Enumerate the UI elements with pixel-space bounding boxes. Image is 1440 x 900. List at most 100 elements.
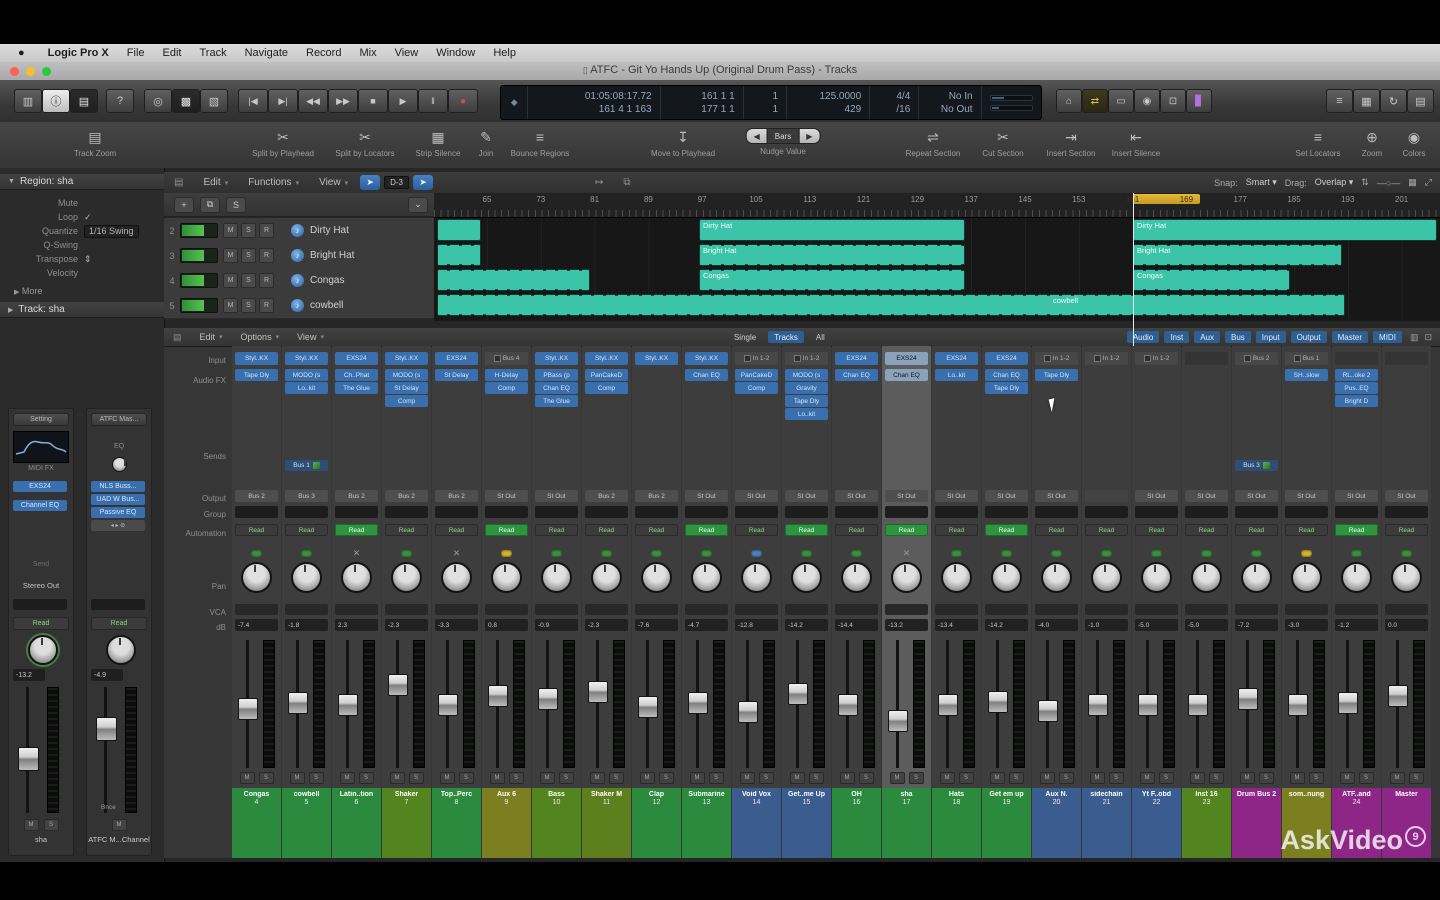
channel-name-area[interactable]: Aux 69 [482, 788, 531, 858]
fader-area[interactable] [1182, 638, 1231, 770]
input-format-icon[interactable] [1401, 546, 1412, 560]
record-button[interactable]: ● [448, 89, 478, 113]
inspector-toggle-button[interactable]: ⓘ [42, 89, 70, 113]
solo-button[interactable]: S [709, 772, 724, 784]
pointer-tool-button[interactable]: ➤ [360, 175, 380, 190]
input-format-icon[interactable] [251, 546, 262, 560]
input-slot[interactable]: In 1-2 [1135, 352, 1178, 365]
input-slot[interactable]: EXS24 [885, 352, 928, 365]
grid-icon[interactable]: ▦ [1408, 177, 1417, 188]
volume-readout[interactable]: -0.9 [535, 619, 578, 631]
pan-knob[interactable] [641, 562, 672, 593]
channel-name-area[interactable]: Congas4 [232, 788, 281, 858]
cycle-button[interactable]: ⇄ [1082, 89, 1108, 113]
channel-name[interactable]: sha [9, 835, 73, 844]
mute-button[interactable]: M [1340, 772, 1355, 784]
send-slot[interactable]: Bus 3 [1235, 460, 1278, 471]
channel-fader[interactable] [87, 685, 151, 815]
group-slot[interactable] [1185, 506, 1228, 518]
bounce-regions-button[interactable]: ≡Bounce Regions [511, 128, 570, 158]
audio-fx-slot[interactable]: PanCakeD [735, 369, 778, 381]
solo-button[interactable]: S [1009, 772, 1024, 784]
pan-knob[interactable] [541, 562, 572, 593]
volume-readout[interactable]: -1.8 [285, 619, 328, 631]
input-slot[interactable]: Styl..KX [285, 352, 328, 365]
solo-button[interactable]: S [909, 772, 924, 784]
mute-button[interactable]: M [290, 772, 305, 784]
input-format-icon[interactable] [301, 546, 312, 560]
track-zoom-button[interactable]: ▤Track Zoom [74, 128, 116, 158]
inspector-value-quantize[interactable]: 1/16 Swing [84, 225, 139, 238]
group-slot[interactable] [335, 506, 378, 518]
track-inspector-header[interactable]: ▶Track: sha [0, 302, 164, 318]
audio-fx-slot[interactable]: Tape Dly [985, 382, 1028, 394]
snap-menu[interactable]: Smart ▾ [1246, 177, 1277, 188]
region[interactable] [437, 244, 481, 266]
channel-setting-button[interactable]: ATFC Mas... [91, 413, 147, 426]
inspector-row-q-swing[interactable]: Q-Swing [0, 238, 164, 252]
fader-area[interactable] [782, 638, 831, 770]
automation-mode-button[interactable]: Read [13, 617, 69, 630]
tracks-panel-icon[interactable]: ▤ [164, 177, 193, 188]
pan-knob[interactable] [391, 562, 422, 593]
colors-button[interactable]: ◉Colors [1402, 128, 1425, 158]
group-slot[interactable] [685, 506, 728, 518]
track-name[interactable]: Dirty Hat [310, 225, 349, 236]
volume-readout[interactable]: -3.3 [435, 619, 478, 631]
pan-knob[interactable] [991, 562, 1022, 593]
input-format-icon[interactable] [601, 546, 612, 560]
fader-thumb[interactable] [96, 717, 117, 741]
playhead[interactable] [1133, 193, 1134, 346]
audio-fx-slot[interactable]: Tape Dly [235, 369, 278, 381]
vca-slot[interactable] [335, 604, 378, 615]
link-icon[interactable]: ⧉ [613, 177, 640, 188]
fader-area[interactable] [1082, 638, 1131, 770]
audio-fx-slot[interactable]: Lo..kit [285, 382, 328, 394]
region-inspector-header[interactable]: ▼Region: sha [0, 174, 164, 190]
volume-readout[interactable]: -1.0 [1085, 619, 1128, 631]
track-header-options-button[interactable]: ⌄ [408, 197, 428, 213]
fader-area[interactable] [1132, 638, 1181, 770]
vca-slot[interactable] [785, 604, 828, 615]
track-header-cowbell[interactable]: 5MSR♪cowbell [164, 293, 434, 319]
volume-readout[interactable]: -4.7 [685, 619, 728, 631]
channel-setting-button[interactable]: Setting [13, 413, 69, 426]
region[interactable]: Congas [699, 269, 965, 291]
group-slot[interactable] [1085, 506, 1128, 518]
help-button[interactable]: ? [106, 89, 134, 113]
solo-button[interactable]: S [241, 273, 256, 288]
input-format-icon[interactable] [401, 546, 412, 560]
pan-knob[interactable] [591, 562, 622, 593]
input-format-icon[interactable] [1201, 546, 1212, 560]
channel-name-area[interactable]: Bass10 [532, 788, 581, 858]
nudge-right-arrow[interactable]: ▶ [799, 132, 819, 141]
fader-thumb[interactable] [1288, 694, 1308, 716]
output-slot[interactable]: St Out [785, 490, 828, 502]
automation-mode-button[interactable]: Read [1385, 524, 1428, 536]
fader-thumb[interactable] [638, 696, 658, 718]
input-slot[interactable]: Styl..KX [685, 352, 728, 365]
mixer-filter-input[interactable]: Input [1256, 331, 1286, 343]
mixer-filter-inst[interactable]: Inst [1164, 331, 1189, 343]
channel-name-area[interactable]: sidechain21 [1082, 788, 1131, 858]
solo-button[interactable]: S [859, 772, 874, 784]
mixer-menu-view[interactable]: View▾ [288, 332, 333, 342]
solo-button[interactable]: S [509, 772, 524, 784]
browsers-button[interactable]: ▤ [1407, 89, 1434, 113]
group-slot[interactable] [835, 506, 878, 518]
output-slot[interactable]: St Out [1185, 490, 1228, 502]
split-by-locators-button[interactable]: ✂Split by Locators [335, 128, 394, 158]
pan-knob[interactable] [891, 562, 922, 593]
channel-name-area[interactable]: Drum Bus 2 [1232, 788, 1281, 858]
output-slot[interactable]: St Out [485, 490, 528, 502]
mixer-view-tracks[interactable]: Tracks [768, 331, 804, 343]
fader-thumb[interactable] [338, 694, 358, 716]
fader-area[interactable] [732, 638, 781, 770]
mute-button[interactable]: M [790, 772, 805, 784]
mute-button[interactable]: M [990, 772, 1005, 784]
mute-button[interactable]: M [940, 772, 955, 784]
audio-fx-slot[interactable]: St Delay [385, 382, 428, 394]
group-slot[interactable] [1035, 506, 1078, 518]
pan-knob[interactable] [1291, 562, 1322, 593]
group-slot[interactable] [385, 506, 428, 518]
